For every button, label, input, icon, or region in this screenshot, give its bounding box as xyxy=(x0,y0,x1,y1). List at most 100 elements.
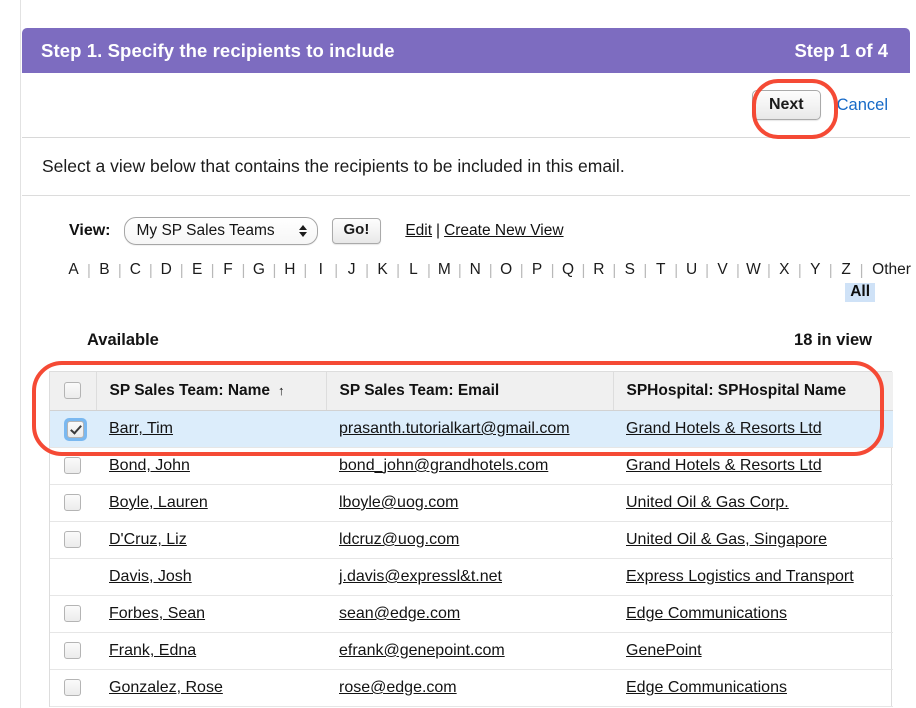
go-button[interactable]: Go! xyxy=(331,218,382,244)
table-row[interactable]: Forbes, Sean sean@edge.com Edge Communicat… xyxy=(50,595,893,633)
alpha-filter-g[interactable]: G xyxy=(250,261,267,279)
recipient-hospital-link-cell: GenePoint xyxy=(613,632,893,670)
row-select-cell xyxy=(50,632,96,670)
recipient-email-link-cell: bond_john@grandhotels.com xyxy=(326,447,613,485)
table-row[interactable]: Boyle, Lauren lboyle@uog.com United Oil & … xyxy=(50,484,893,522)
table-header-row: SP Sales Team: Name ↑ SP Sales Team: Emai… xyxy=(50,372,893,411)
recipient-email-link[interactable]: j.davis@expressl&t.net xyxy=(339,568,502,585)
recipient-hospital-link[interactable]: Express Logistics and Transport xyxy=(626,568,854,585)
recipient-email-link[interactable]: rose@edge.com xyxy=(339,679,457,696)
sort-ascending-icon: ↑ xyxy=(278,383,285,398)
alpha-filter-z[interactable]: Z xyxy=(838,261,855,279)
alpha-filter-f[interactable]: F xyxy=(220,261,237,279)
alpha-filter-v[interactable]: V xyxy=(714,261,731,279)
view-label: View: xyxy=(69,222,111,239)
column-header-name[interactable]: SP Sales Team: Name ↑ xyxy=(96,372,327,411)
page-left-rail xyxy=(0,0,21,708)
alpha-filter-c[interactable]: C xyxy=(127,261,144,279)
recipient-hospital-link-cell: United Oil & Gas Corp. xyxy=(613,484,893,522)
recipient-hospital-link[interactable]: GenePoint xyxy=(626,642,702,659)
alpha-filter-d[interactable]: D xyxy=(158,261,175,279)
recipient-name-link[interactable]: Gonzalez, Rose xyxy=(109,679,223,696)
recipient-name-link[interactable]: Forbes, Sean xyxy=(109,605,205,622)
recipient-name-link-cell: Barr, Tim xyxy=(96,410,326,448)
alphabet-letter-row: A | B | C | D | E | F | G | H | I | J | K | L | M | N | O | P | Q | R | S | T |… xyxy=(65,258,911,282)
recipient-hospital-link[interactable]: Grand Hotels & Resorts Ltd xyxy=(626,457,822,474)
alpha-filter-m[interactable]: M xyxy=(436,261,453,279)
view-select[interactable]: My SP Sales Teams xyxy=(123,217,318,245)
row-checkbox[interactable] xyxy=(64,642,81,660)
alpha-filter-other[interactable]: Other xyxy=(869,261,915,279)
chevron-updown-icon xyxy=(298,224,307,238)
table-row[interactable]: Davis, Josh j.davis@expressl&t.net Express… xyxy=(50,558,893,596)
edit-view-link[interactable]: Edit xyxy=(405,222,432,239)
page-title: Step 1. Specify the recipients to includ… xyxy=(41,39,395,61)
create-new-view-link[interactable]: Create New View xyxy=(444,222,563,239)
view-links-separator: | xyxy=(436,222,441,239)
recipient-email-link[interactable]: efrank@genepoint.com xyxy=(339,642,505,659)
alpha-filter-w[interactable]: W xyxy=(745,261,762,279)
recipient-email-link[interactable]: bond_john@grandhotels.com xyxy=(339,457,548,474)
alpha-filter-q[interactable]: Q xyxy=(560,261,577,279)
alpha-divider: | xyxy=(705,261,710,279)
column-header-hospital[interactable]: SPHospital: SPHospital Name xyxy=(613,372,893,411)
table-row[interactable]: Frank, Edna efrank@genepoint.com GenePoint xyxy=(50,632,893,670)
recipient-hospital-link[interactable]: United Oil & Gas, Singapore xyxy=(626,531,827,548)
alpha-filter-j[interactable]: J xyxy=(343,261,360,279)
alpha-filter-l[interactable]: L xyxy=(405,261,422,279)
next-button[interactable]: Next xyxy=(751,89,821,121)
alpha-filter-x[interactable]: X xyxy=(776,261,793,279)
table-row[interactable]: Barr, Tim prasanth.tutorialkart@gmail.com… xyxy=(50,410,893,448)
alpha-filter-k[interactable]: K xyxy=(374,261,391,279)
recipient-email-link[interactable]: sean@edge.com xyxy=(339,605,460,622)
recipient-name-link[interactable]: D'Cruz, Liz xyxy=(109,531,187,548)
table-row[interactable]: Bond, John bond_john@grandhotels.com Grand… xyxy=(50,447,893,485)
alpha-filter-s[interactable]: S xyxy=(621,261,638,279)
alpha-filter-p[interactable]: P xyxy=(529,261,546,279)
alpha-filter-i[interactable]: I xyxy=(312,261,329,279)
alpha-filter-a[interactable]: A xyxy=(65,261,82,279)
alpha-filter-n[interactable]: N xyxy=(467,261,484,279)
alpha-filter-all[interactable]: All xyxy=(845,283,875,302)
recipient-name-link[interactable]: Davis, Josh xyxy=(109,568,192,585)
cancel-link[interactable]: Cancel xyxy=(837,96,888,115)
alpha-filter-t[interactable]: T xyxy=(652,261,669,279)
recipient-name-link[interactable]: Bond, John xyxy=(109,457,190,474)
alpha-filter-b[interactable]: B xyxy=(96,261,113,279)
alpha-filter-u[interactable]: U xyxy=(683,261,700,279)
select-all-checkbox[interactable] xyxy=(64,382,81,400)
recipient-name-link[interactable]: Barr, Tim xyxy=(109,420,173,437)
alpha-filter-h[interactable]: H xyxy=(281,261,298,279)
row-checkbox[interactable] xyxy=(67,420,84,438)
row-checkbox[interactable] xyxy=(64,531,81,549)
recipient-name-link-cell: Bond, John xyxy=(96,447,326,485)
table-row[interactable]: D'Cruz, Liz ldcruz@uog.com United Oil & Ga… xyxy=(50,521,893,559)
recipient-name-link[interactable]: Frank, Edna xyxy=(109,642,196,659)
row-checkbox[interactable] xyxy=(64,494,81,512)
table-row[interactable]: Gonzalez, Rose rose@edge.com Edge Communic… xyxy=(50,669,893,707)
alpha-filter-o[interactable]: O xyxy=(498,261,515,279)
alpha-divider: | xyxy=(550,261,555,279)
row-checkbox[interactable] xyxy=(64,457,81,475)
recipient-hospital-link-cell: Express Logistics and Transport xyxy=(613,558,893,596)
alpha-divider: | xyxy=(365,261,370,279)
row-checkbox[interactable] xyxy=(64,679,81,697)
recipient-hospital-link[interactable]: Edge Communications xyxy=(626,679,787,696)
alpha-divider: | xyxy=(859,261,864,279)
alpha-filter-r[interactable]: R xyxy=(590,261,607,279)
row-checkbox[interactable] xyxy=(64,605,81,623)
recipient-email-link[interactable]: prasanth.tutorialkart@gmail.com xyxy=(339,420,570,437)
recipient-name-link[interactable]: Boyle, Lauren xyxy=(109,494,208,511)
row-select-cell xyxy=(50,669,96,707)
alpha-divider: | xyxy=(241,261,246,279)
alpha-filter-y[interactable]: Y xyxy=(807,261,824,279)
column-header-email[interactable]: SP Sales Team: Email xyxy=(326,372,614,411)
recipient-hospital-link[interactable]: Edge Communications xyxy=(626,605,787,622)
recipient-hospital-link[interactable]: Grand Hotels & Resorts Ltd xyxy=(626,420,822,437)
recipient-email-link[interactable]: lboyle@uog.com xyxy=(339,494,458,511)
alpha-filter-e[interactable]: E xyxy=(189,261,206,279)
column-header-name-label: SP Sales Team: Name xyxy=(109,382,271,399)
recipient-hospital-link[interactable]: United Oil & Gas Corp. xyxy=(626,494,789,511)
view-select-value: My SP Sales Teams xyxy=(136,222,275,239)
recipient-email-link[interactable]: ldcruz@uog.com xyxy=(339,531,459,548)
